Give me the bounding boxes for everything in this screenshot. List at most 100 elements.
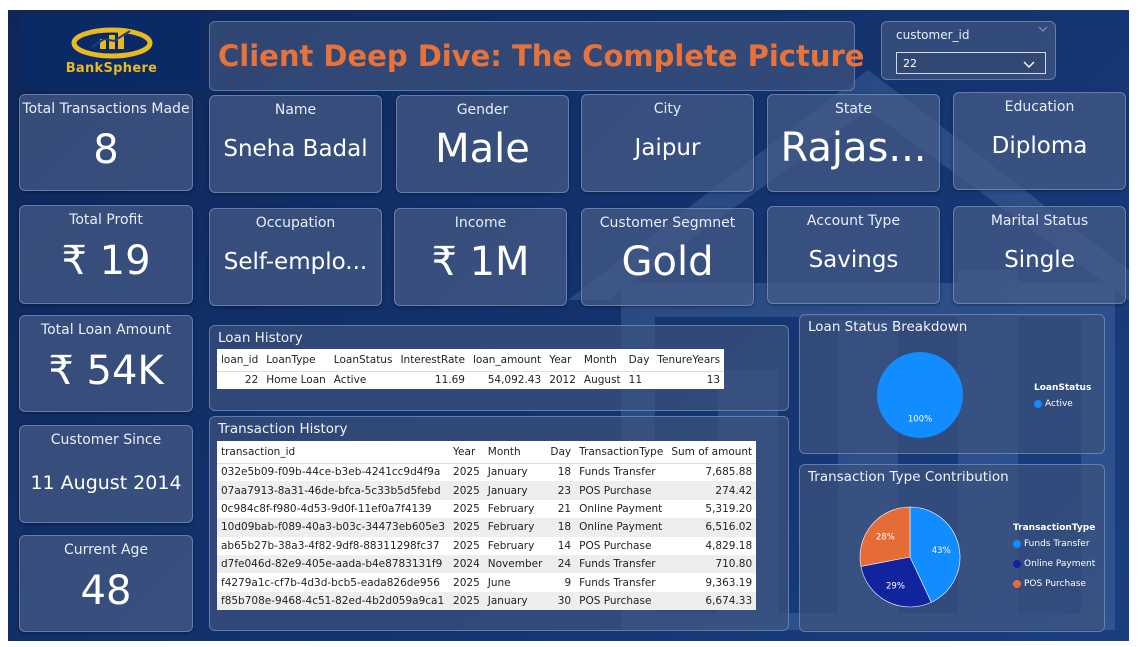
card-label: Gender [456,102,509,118]
table-row[interactable]: 032e5b09-f09b-44ce-b3eb-4241cc9d4f9a 2025… [217,463,756,481]
table-cell: 2025 [453,466,480,479]
column-header[interactable]: loan_id [217,349,263,372]
page-title: Client Deep Dive: The Complete Picture [218,39,865,73]
card-value: Rajas... [780,125,927,171]
table-row[interactable]: 10d09bab-f089-40a3-b03c-34473eb605e3 2025… [217,518,757,537]
table-cell: Funds Transfer [579,466,656,479]
column-header[interactable]: LoanType [262,349,330,372]
table-cell: Funds Transfer [575,554,668,574]
column-header[interactable]: TenureYears [653,349,725,372]
column-header[interactable]: InterestRate [396,349,469,372]
legend-dot [1013,560,1021,568]
table-cell: January [483,591,547,611]
kpi-label: Total Profit [69,212,143,228]
legend-item-online-payment[interactable]: Online Payment [1013,559,1095,569]
loan-history-table[interactable]: loan_id LoanType LoanStatus InterestRate… [217,349,725,390]
table-row[interactable]: 0c984c8f-f980-4d53-9d0f-11ef0a7f4139 2025… [217,500,756,518]
pie-data-label: 28% [876,533,895,543]
loan-status-pie-chart[interactable]: 100% [870,345,970,445]
pie-slice-active[interactable] [877,352,963,438]
table-row[interactable]: f85b708e-9468-4c51-82ed-4b2d059a9ca1 2025… [217,591,757,611]
transaction-history-table[interactable]: transaction_id Year Month Day Transactio… [217,441,757,611]
column-header[interactable]: LoanStatus [329,349,397,372]
column-header[interactable]: TransactionType [575,441,668,464]
column-header[interactable]: transaction_id [217,441,450,464]
table-cell: 9,363.19 [705,576,753,589]
title-box: Client Deep Dive: The Complete Picture [209,21,864,91]
column-header[interactable]: Day [624,349,654,372]
kpi-value: 48 [80,568,132,614]
table-cell: 21 [557,502,572,515]
table-cell: 23 [546,481,576,500]
kpi-value: ₹ 19 [61,238,151,284]
legend-label: Active [1045,399,1073,409]
table-cell: 54,092.43 [487,374,542,387]
card-gender: Gender Male [396,95,569,193]
table-cell: 22 [244,374,259,387]
table-cell: 13 [706,374,721,387]
card-label: Marital Status [990,213,1089,229]
table-row[interactable]: f4279a1c-cf7b-4d3d-bcb5-eada826de956 2025… [217,573,756,591]
loan-status-chart-panel: Loan Status Breakdown 100% LoanStatus Ac… [799,314,1105,454]
card-value: Sneha Badal [223,136,368,162]
table-row[interactable]: 22 Home Loan Active 11.69 54,092.43 2012… [217,371,724,389]
pie-data-label: 29% [886,582,905,592]
table-cell: Online Payment [579,502,663,515]
card-label: Customer Segmnet [599,215,736,231]
transaction-type-pie-chart[interactable]: 43% 29% 28% [858,505,962,609]
card-value: Gold [621,239,714,285]
pie-data-label: 43% [932,546,951,556]
kpi-total-transactions: Total Transactions Made 8 [19,94,193,191]
card-education: Education Diploma [953,92,1126,190]
chart-title: Loan Status Breakdown [808,319,968,335]
table-header-row: loan_id LoanType LoanStatus InterestRate… [217,349,725,372]
card-value: Jaipur [634,135,701,161]
legend-item-active[interactable]: Active [1034,399,1073,409]
column-header[interactable]: loan_amount [468,349,546,372]
kpi-label: Total Loan Amount [40,322,172,338]
legend-label: Online Payment [1024,559,1096,569]
table-row[interactable]: 07aa7913-8a31-46de-bfca-5c33b5d5febd 2025… [217,481,757,500]
legend-item-pos-purchase[interactable]: POS Purchase [1013,579,1086,589]
chevron-down-icon[interactable] [1037,24,1049,34]
panel-title: Loan History [218,330,303,346]
card-value: Male [435,126,530,172]
pie-data-label: 100% [908,415,932,425]
column-header[interactable]: Month [579,349,625,372]
table-cell: 30 [546,591,576,611]
card-label: Name [274,102,317,118]
card-label: Occupation [255,215,336,231]
table-cell: 9 [564,576,572,589]
column-header[interactable]: Year [449,441,484,464]
panel-title: Transaction History [218,421,348,437]
table-row[interactable]: d7fe046d-82e9-405e-aada-b4e8783131f9 2024… [217,554,757,574]
column-header[interactable]: Year [545,349,580,372]
table-cell: June [487,576,511,589]
table-cell: f4279a1c-cf7b-4d3d-bcb5-eada826de956 [221,576,440,589]
table-cell: 2024 [449,554,484,574]
customer-id-slicer[interactable]: customer_id 22 [881,21,1056,80]
slicer-dropdown[interactable]: 22 [896,52,1046,74]
table-cell: POS Purchase [575,481,668,500]
table-cell: 2012 [549,374,576,387]
table-cell: 032e5b09-f09b-44ce-b3eb-4241cc9d4f9a [221,466,441,479]
table-cell: February [487,502,535,515]
column-header[interactable]: Month [483,441,547,464]
card-value: ₹ 1M [431,239,530,285]
table-row[interactable]: ab65b27b-38a3-4f82-9df8-88311298fc37 2025… [217,537,756,555]
card-label: Income [454,215,507,231]
card-label: City [653,101,682,117]
column-header[interactable]: Day [546,441,576,464]
legend-dot [1013,580,1021,588]
legend-item-funds-transfer[interactable]: Funds Transfer [1013,539,1090,549]
chevron-down-icon[interactable] [1023,61,1035,69]
legend-dot [1034,400,1042,408]
column-header[interactable]: Sum of amount [667,441,757,464]
kpi-value: ₹ 54K [48,348,164,394]
table-cell: February [483,518,547,537]
card-label: Education [1004,99,1075,115]
card-state: State Rajas... [767,94,940,192]
legend-title: TransactionType [1013,523,1096,533]
table-cell: August [583,374,621,387]
banksphere-logo: BankSphere [20,17,203,86]
